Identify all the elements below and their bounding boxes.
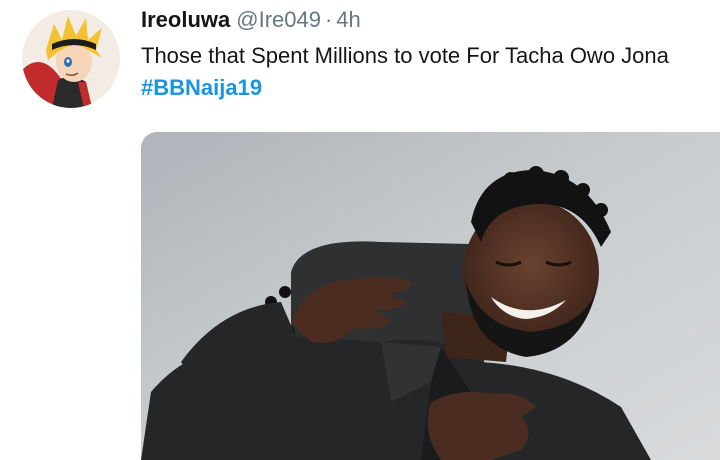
author-handle[interactable]: @Ire049 <box>236 7 321 32</box>
tweet: Ireoluwa @Ire049 · 4h Those that Spent Mill… <box>0 0 720 460</box>
separator-dot: · <box>324 7 333 32</box>
tweet-header: Ireoluwa @Ire049 · 4h <box>141 7 361 33</box>
laughing-man-photo-icon <box>141 132 720 460</box>
tweet-text: Those that Spent Millions to vote For Ta… <box>141 40 711 104</box>
timestamp[interactable]: 4h <box>336 7 360 32</box>
avatar[interactable] <box>22 10 120 108</box>
tweet-media[interactable] <box>141 132 720 460</box>
hashtag-link[interactable]: #BBNaija19 <box>141 75 262 100</box>
anime-avatar-icon <box>22 10 120 108</box>
tweet-text-content: Those that Spent Millions to vote For Ta… <box>141 43 669 68</box>
author-name[interactable]: Ireoluwa <box>141 7 230 32</box>
